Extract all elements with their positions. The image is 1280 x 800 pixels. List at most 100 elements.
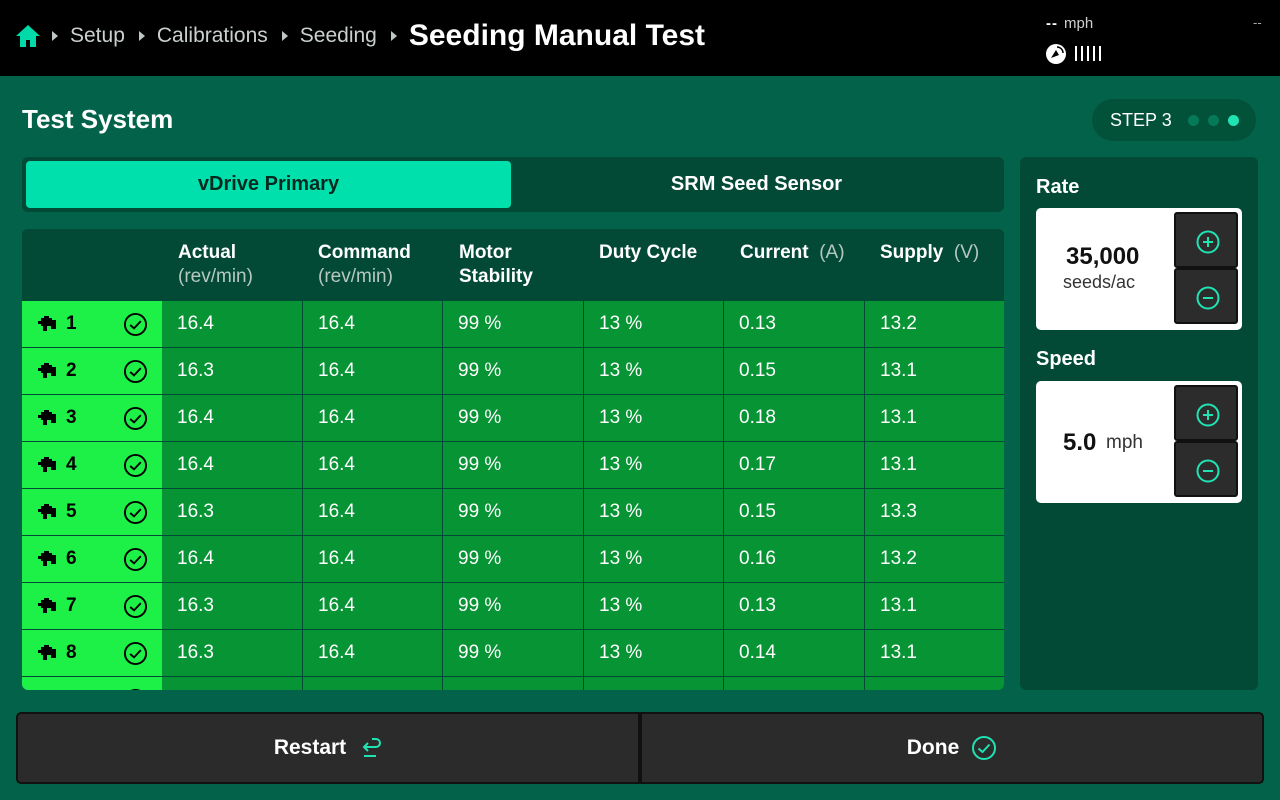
home-icon[interactable] — [14, 22, 42, 50]
cell-command: 16.4 — [303, 583, 442, 629]
cell-command — [303, 677, 442, 690]
row-number: 2 — [66, 360, 77, 381]
row-number: 1 — [66, 313, 77, 334]
done-label: Done — [906, 736, 960, 759]
check-circle-icon — [123, 641, 148, 666]
done-button[interactable]: Done — [640, 712, 1264, 784]
check-circle-icon — [130, 688, 141, 690]
speed-label: Speed — [1036, 348, 1097, 370]
section-title: Test System — [22, 104, 174, 134]
cell-current: 0.15 — [724, 489, 864, 535]
column-header-duty-cycle: Duty Cycle — [599, 242, 698, 263]
cell-current: 0.17 — [724, 442, 864, 488]
cell-current: 0.15 — [724, 348, 864, 394]
chevron-right-icon — [390, 31, 397, 41]
speed-decrease-button[interactable] — [1174, 441, 1238, 497]
column-header-supply: Supply (V) — [880, 242, 980, 263]
speed-increase-button[interactable] — [1174, 385, 1238, 441]
cell-motor-stability — [443, 677, 583, 690]
cell-supply: 13.1 — [865, 395, 1004, 441]
cell-motor-stability: 99 % — [443, 348, 583, 394]
cell-motor-stability: 99 % — [443, 301, 583, 347]
motor-table: Actual (rev/min) Command (rev/min) Motor S… — [22, 229, 1004, 690]
cell-motor-stability: 99 % — [443, 395, 583, 441]
breadcrumb-seeding[interactable]: Seeding — [300, 24, 377, 48]
restart-button[interactable]: Restart — [16, 712, 640, 784]
motor-icon — [38, 363, 56, 378]
table-row: 7 16.3 16.4 99 % 13 % 0.13 13.1 — [22, 583, 1004, 630]
rate-value: 35,000 — [1066, 243, 1140, 270]
cell-duty-cycle: 13 % — [584, 583, 723, 629]
cell-current: 0.13 — [724, 301, 864, 347]
cell-duty-cycle: 13 % — [584, 348, 723, 394]
check-circle-icon — [123, 547, 148, 572]
speed-readout-value: -- — [1046, 15, 1058, 32]
cell-current — [724, 677, 864, 690]
table-header: Actual (rev/min) Command (rev/min) Motor S… — [22, 229, 1004, 301]
restart-label: Restart — [273, 736, 347, 759]
restart-icon — [362, 738, 382, 757]
check-circle-icon — [123, 312, 148, 337]
tab-srm-seed-sensor[interactable]: SRM Seed Sensor — [513, 161, 1000, 208]
plus-icon — [1196, 230, 1220, 254]
rate-unit: seeds/ac — [1063, 272, 1136, 292]
row-number: 6 — [66, 548, 77, 569]
row-number: 3 — [66, 407, 77, 428]
table-row: 6 16.4 16.4 99 % 13 % 0.16 13.2 — [22, 536, 1004, 583]
breadcrumb-setup[interactable]: Setup — [70, 24, 125, 48]
check-circle-icon — [123, 406, 148, 431]
row-id-cell: 6 — [22, 536, 162, 582]
cell-duty-cycle: 13 % — [584, 489, 723, 535]
cell-duty-cycle: 13 % — [584, 442, 723, 488]
cell-actual: 16.4 — [162, 536, 302, 582]
tab-vdrive-primary[interactable]: vDrive Primary — [26, 161, 511, 208]
control-panel: Rate 35,000 seeds/ac Speed 5.0 mph — [1020, 157, 1258, 690]
motor-icon — [38, 316, 56, 331]
cell-current: 0.18 — [724, 395, 864, 441]
cell-command: 16.4 — [303, 489, 442, 535]
check-circle-icon — [123, 594, 148, 619]
signal-icon — [1075, 46, 1101, 61]
cell-supply: 13.1 — [865, 348, 1004, 394]
cell-supply: 13.1 — [865, 630, 1004, 676]
cell-motor-stability: 99 % — [443, 536, 583, 582]
cell-actual: 16.3 — [162, 630, 302, 676]
row-id-cell: 8 — [22, 630, 162, 676]
rate-increase-button[interactable] — [1174, 212, 1238, 268]
row-number: 4 — [66, 454, 77, 475]
step-dot-3 — [1227, 114, 1239, 126]
step-indicator: STEP 3 — [1092, 99, 1256, 141]
cell-supply: 13.2 — [865, 536, 1004, 582]
cell-duty-cycle: 13 % — [584, 536, 723, 582]
step-label: STEP 3 — [1110, 109, 1172, 130]
gps-icon — [1046, 44, 1066, 64]
chevron-right-icon — [138, 31, 145, 41]
cell-actual: 16.3 — [162, 583, 302, 629]
cell-supply — [865, 677, 1004, 690]
minus-icon — [1196, 286, 1220, 310]
breadcrumb-calibrations[interactable]: Calibrations — [157, 24, 268, 48]
column-header-current: Current (A) — [740, 242, 845, 263]
table-row: 1 16.4 16.4 99 % 13 % 0.13 13.2 — [22, 301, 1004, 348]
rate-control: 35,000 seeds/ac — [1036, 208, 1242, 330]
cell-supply: 13.3 — [865, 489, 1004, 535]
row-number: 5 — [66, 501, 77, 522]
cell-current: 0.14 — [724, 630, 864, 676]
cell-current: 0.13 — [724, 583, 864, 629]
cell-motor-stability: 99 % — [443, 630, 583, 676]
cell-current: 0.16 — [724, 536, 864, 582]
table-row: 2 16.3 16.4 99 % 13 % 0.15 13.1 — [22, 348, 1004, 395]
rate-decrease-button[interactable] — [1174, 268, 1238, 324]
table-row: 8 16.3 16.4 99 % 13 % 0.14 13.1 — [22, 630, 1004, 677]
row-number: 7 — [66, 595, 77, 616]
motor-icon — [38, 410, 56, 425]
row-id-cell: 7 — [22, 583, 162, 629]
motor-icon — [38, 551, 56, 566]
row-id-cell: 3 — [22, 395, 162, 441]
check-circle-icon — [123, 359, 148, 384]
cell-actual: 16.4 — [162, 442, 302, 488]
check-circle-icon — [972, 736, 997, 760]
cell-actual: 16.3 — [162, 348, 302, 394]
column-header-actual: Actual (rev/min) — [178, 242, 253, 287]
cell-duty-cycle: 13 % — [584, 301, 723, 347]
